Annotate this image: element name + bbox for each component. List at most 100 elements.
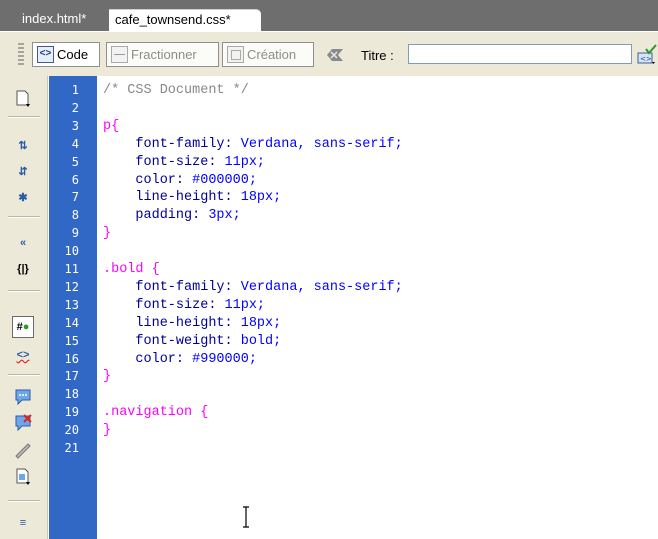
code-token: font-family: [103, 136, 241, 152]
code-token: 18px; [240, 190, 282, 206]
code-line: } [103, 422, 111, 439]
code-line: .navigation { [103, 404, 208, 421]
open-documents-icon[interactable] [12, 88, 34, 110]
highlight-invalid-code-icon[interactable]: <> [12, 344, 34, 366]
code-line: /* CSS Document */ [103, 82, 249, 99]
code-token: font-weight: [103, 333, 241, 349]
design-view-button[interactable]: Création [222, 42, 314, 67]
line-number: 1 [71, 83, 79, 97]
line-number: 17 [64, 369, 79, 384]
title-label: Titre : [361, 48, 394, 63]
line-number: 2 [71, 100, 79, 115]
code-line: font-family: Verdana, sans-serif; [103, 136, 402, 153]
line-number: 3 [71, 118, 79, 133]
line-number: 18 [64, 387, 79, 402]
line-number: 15 [64, 333, 79, 348]
line-number: 14 [64, 315, 79, 330]
code-line: font-weight: bold; [103, 333, 281, 350]
code-token: font-size: [103, 297, 225, 313]
line-number: 5 [71, 154, 79, 169]
recent-snippets-icon[interactable] [12, 466, 34, 488]
code-token: } [103, 369, 112, 385]
code-editor[interactable]: /* CSS Document */ p{ font-family: Verdan… [97, 76, 658, 539]
code-token: color: [103, 351, 193, 367]
split-view-label: Fractionner [131, 47, 197, 62]
code-token: font-size: [103, 154, 225, 170]
code-token: /* CSS Document */ [103, 83, 249, 98]
line-numbers-icon[interactable]: # ● [12, 316, 34, 338]
code-line: p{ [103, 118, 119, 135]
toolbar-separator [8, 374, 40, 376]
code-line: } [103, 225, 111, 242]
document-toolbar: <> Code Fractionner Création Titre : <> [0, 31, 658, 76]
code-token: line-height: [103, 315, 241, 331]
apply-comment-icon[interactable] [12, 386, 34, 408]
code-view-label: Code [57, 47, 89, 62]
title-input[interactable] [408, 44, 632, 64]
line-number: 19 [64, 405, 79, 420]
code-token: 11px; [224, 297, 266, 313]
line-number-gutter[interactable]: 1 2 3 4 5 6 7 8 9 10 11 12 13 14 15 16 17 18 19 20 21 [49, 76, 97, 539]
collapse-selection-icon[interactable]: ⇵ [12, 160, 34, 182]
code-token: } [103, 423, 112, 439]
code-line: line-height: 18px; [103, 315, 281, 332]
line-number: 9 [71, 226, 79, 241]
code-token: } [103, 226, 112, 242]
design-view-label: Création [247, 47, 297, 62]
line-number: 12 [64, 279, 79, 294]
line-number: 13 [64, 297, 79, 312]
code-line: } [103, 368, 111, 385]
document-tab-bar: index.html* cafe_townsend.css* [0, 0, 658, 31]
expand-all-icon[interactable]: ✱ [12, 186, 34, 208]
toolbar-separator [8, 216, 40, 218]
line-number: 21 [64, 441, 79, 455]
code-token: .bold { [103, 262, 160, 277]
code-line: font-size: 11px; [103, 154, 265, 171]
coding-toolbar: ⇅ ⇵ ✱ « {|} # ● <> ≡ [0, 76, 48, 539]
text-cursor-icon [243, 506, 249, 528]
line-number: 10 [64, 244, 79, 259]
toolbar-grip[interactable] [18, 43, 24, 67]
browser-compatibility-icon[interactable] [325, 46, 345, 64]
toolbar-separator [8, 116, 40, 118]
code-view-icon: <> [37, 46, 54, 63]
remove-comment-icon[interactable] [12, 412, 34, 434]
code-line: color: #000000; [103, 172, 257, 189]
validate-markup-icon[interactable]: <> [637, 44, 657, 66]
code-token: color: [103, 172, 193, 188]
split-view-icon [111, 46, 128, 63]
code-line: font-size: 11px; [103, 297, 265, 314]
svg-text:<>: <> [640, 55, 652, 63]
code-token: #990000; [192, 351, 257, 367]
code-line: padding: 3px; [103, 207, 241, 224]
code-line: line-height: 18px; [103, 189, 281, 206]
code-token: 3px; [208, 208, 241, 224]
code-view-button[interactable]: <> Code [32, 42, 100, 67]
collapse-full-tag-icon[interactable]: ⇅ [12, 134, 34, 156]
code-token: .navigation { [103, 405, 209, 421]
balance-braces-icon[interactable]: {|} [12, 258, 34, 280]
indent-code-icon[interactable]: ≡ [12, 512, 34, 534]
code-line: font-family: Verdana, sans-serif; [103, 279, 402, 296]
line-number: 20 [64, 423, 79, 438]
code-token: padding: [103, 208, 209, 224]
design-view-icon [227, 46, 244, 63]
code-token: 11px; [224, 154, 266, 170]
code-line: .bold { [103, 261, 160, 278]
code-token: line-height: [103, 190, 241, 206]
code-token: font-family: [103, 279, 241, 295]
code-token: bold; [240, 333, 282, 349]
line-number: 4 [71, 136, 79, 151]
tab-index-html[interactable]: index.html* [16, 9, 105, 31]
line-number: 7 [71, 190, 79, 205]
wrap-tag-icon[interactable] [12, 440, 34, 462]
tab-cafe-townsend-css[interactable]: cafe_townsend.css* [109, 9, 261, 31]
toolbar-separator [8, 290, 40, 292]
toolbar-separator [8, 500, 40, 502]
line-number: 8 [71, 208, 79, 223]
code-token: 18px; [240, 315, 282, 331]
code-token: p{ [103, 118, 120, 134]
select-parent-tag-icon[interactable]: « [12, 232, 34, 254]
code-token: #000000; [192, 172, 257, 188]
split-view-button[interactable]: Fractionner [106, 42, 219, 67]
